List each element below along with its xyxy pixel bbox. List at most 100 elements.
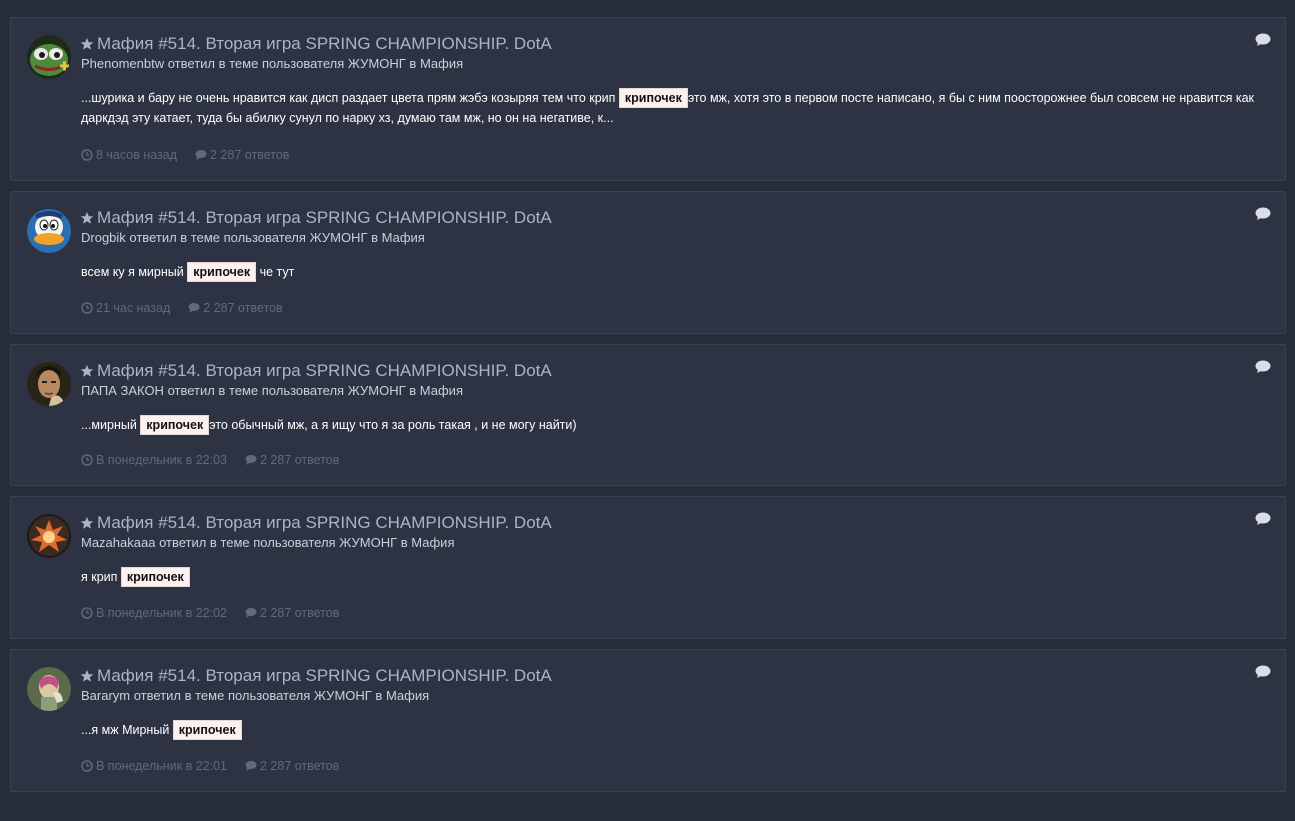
user-avatar[interactable] [27,362,71,406]
meta-in-text: в [397,535,412,550]
post-snippet: я крип крипочек [81,567,1271,587]
forum-link[interactable]: Мафия [420,383,463,398]
topic-title-link[interactable]: Мафия #514. Вторая игра SPRING CHAMPIONS… [97,513,552,533]
post-stats: В понедельник в 22:03 2 287 ответов [81,453,339,467]
user-avatar[interactable] [27,209,71,253]
result-meta: Bararym ответил в теме пользователя ЖУМО… [81,688,429,703]
post-time[interactable]: 21 час назад [96,301,170,315]
comment-icon [245,761,257,771]
topic-title-link[interactable]: Мафия #514. Вторая игра SPRING CHAMPIONS… [97,361,552,381]
user-avatar[interactable] [27,667,71,711]
reply-count: 2 287 ответов [259,759,340,773]
clock-icon [81,760,93,772]
result-card: Мафия #514. Вторая игра SPRING CHAMPIONS… [10,17,1286,181]
author-link[interactable]: Drogbik [81,230,126,245]
post-time[interactable]: В понедельник в 22:02 [96,606,227,620]
topic-author-link[interactable]: ЖУМОНГ [310,230,368,245]
meta-text: ответил в теме пользователя [130,688,314,703]
post-snippet: ...мирный крипочек это обычный мж, а я ищ… [81,415,1271,435]
forum-link[interactable]: Мафия [382,230,425,245]
author-link[interactable]: Bararym [81,688,130,703]
meta-in-text: в [405,383,420,398]
meta-in-text: в [405,56,420,71]
post-time[interactable]: В понедельник в 22:03 [96,453,227,467]
topic-author-link[interactable]: ЖУМОНГ [348,56,406,71]
result-meta: Mazahakaaa ответил в теме пользователя Ж… [81,535,454,550]
topic-author-link[interactable]: ЖУМОНГ [339,535,397,550]
result-card: Мафия #514. Вторая игра SPRING CHAMPIONS… [10,191,1286,334]
comment-icon[interactable] [1255,33,1271,47]
comment-icon [245,455,257,465]
duck-avatar-icon [27,209,71,253]
comment-icon [195,150,207,160]
snippet-text: это обычный мж, а я ищу что я за роль та… [209,418,577,432]
result-meta: Phenomenbtw ответил в теме пользователя … [81,56,463,71]
reply-count: 2 287 ответов [259,453,340,467]
meta-text: ответил в теме пользователя [164,56,348,71]
meta-in-text: в [371,688,386,703]
clock-icon [81,302,93,314]
forum-link[interactable]: Мафия [411,535,454,550]
post-snippet: всем ку я мирный крипочек че тут [81,262,1271,282]
result-card: Мафия #514. Вторая игра SPRING CHAMPIONS… [10,496,1286,639]
comment-icon[interactable] [1255,665,1271,679]
snippet-text: че тут [256,265,295,279]
comment-icon [188,303,200,313]
meta-text: ответил в теме пользователя [155,535,340,550]
character-avatar-icon [27,667,71,711]
reply-count: 2 287 ответов [259,606,340,620]
topic-title-link[interactable]: Мафия #514. Вторая игра SPRING CHAMPIONS… [97,34,552,54]
search-highlight: крипочек [172,720,242,740]
post-stats: В понедельник в 22:01 2 287 ответов [81,759,339,773]
snippet-text: ...мирный [81,418,141,432]
snippet-text: всем ку я мирный [81,265,188,279]
frog-avatar-icon [27,35,71,79]
post-stats: 8 часов назад 2 287 ответов [81,148,289,162]
reply-count: 2 287 ответов [203,301,283,315]
comment-icon [245,608,257,618]
star-icon [80,38,94,50]
result-meta: Drogbik ответил в теме пользователя ЖУМО… [81,230,425,245]
search-highlight: крипочек [187,262,257,282]
post-stats: В понедельник в 22:02 2 287 ответов [81,606,339,620]
author-link[interactable]: Phenomenbtw [81,56,164,71]
result-card: Мафия #514. Вторая игра SPRING CHAMPIONS… [10,649,1286,792]
topic-title-link[interactable]: Мафия #514. Вторая игра SPRING CHAMPIONS… [97,666,552,686]
result-meta: ПАПА ЗАКОН ответил в теме пользователя Ж… [81,383,463,398]
topic-author-link[interactable]: ЖУМОНГ [348,383,406,398]
comment-icon[interactable] [1255,512,1271,526]
snippet-text: ...я мж Мирный [81,723,173,737]
meta-in-text: в [367,230,382,245]
author-link[interactable]: Mazahakaaa [81,535,155,550]
search-highlight: крипочек [140,415,210,435]
post-time[interactable]: 8 часов назад [96,148,177,162]
user-avatar[interactable] [27,35,71,79]
star-icon [80,365,94,377]
clock-icon [81,454,93,466]
topic-title-link[interactable]: Мафия #514. Вторая игра SPRING CHAMPIONS… [97,208,552,228]
reply-count: 2 287 ответов [210,148,290,162]
explosion-avatar-icon [27,514,71,558]
result-card: Мафия #514. Вторая игра SPRING CHAMPIONS… [10,344,1286,486]
forum-link[interactable]: Мафия [420,56,463,71]
post-snippet: ...шурика и бару не очень нравится как д… [81,88,1271,128]
clock-icon [81,607,93,619]
author-link[interactable]: ПАПА ЗАКОН [81,383,164,398]
snippet-text: я крип [81,570,121,584]
search-results-list: Мафия #514. Вторая игра SPRING CHAMPIONS… [0,0,1295,821]
post-time[interactable]: В понедельник в 22:01 [96,759,227,773]
post-snippet: ...я мж Мирный крипочек [81,720,1271,740]
man-avatar-icon [27,362,71,406]
user-avatar[interactable] [27,514,71,558]
search-highlight: крипочек [618,88,688,108]
star-icon [80,212,94,224]
meta-text: ответил в теме пользователя [125,230,310,245]
topic-author-link[interactable]: ЖУМОНГ [314,688,372,703]
forum-link[interactable]: Мафия [386,688,429,703]
snippet-text: ...шурика и бару не очень нравится как д… [81,91,619,105]
meta-text: ответил в теме пользователя [163,383,348,398]
search-highlight: крипочек [120,567,190,587]
comment-icon[interactable] [1255,360,1271,374]
comment-icon[interactable] [1255,207,1271,221]
clock-icon [81,149,93,161]
